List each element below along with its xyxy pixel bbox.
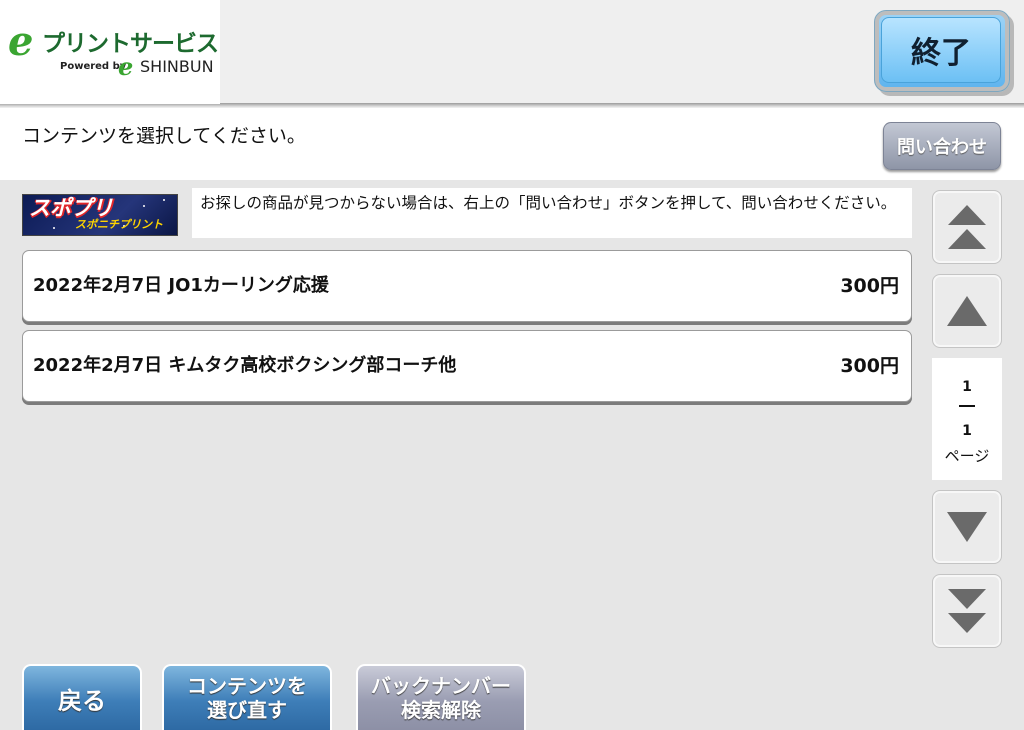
page-label: ページ <box>944 447 990 465</box>
current-page: 1 <box>962 379 972 395</box>
banner-star <box>53 227 55 229</box>
chevron-down-icon <box>947 512 987 542</box>
backnumber-button-label: バックナンバー 検索解除 <box>371 674 511 722</box>
logo-e-small-mark: e <box>118 52 134 81</box>
notice-box: お探しの商品が見つからない場合は、右上の「問い合わせ」ボタンを押して、問い合わせ… <box>192 188 912 238</box>
reselect-button-label: コンテンツを 選び直す <box>187 674 307 722</box>
eprint-logo: e プリントサービス Powered by e SHINBUN <box>0 0 220 104</box>
inquiry-button[interactable]: 問い合わせ <box>883 122 1001 170</box>
logo-powered-by: Powered by <box>60 61 127 72</box>
instruction-text: コンテンツを選択してください。 <box>22 125 306 147</box>
page-divider <box>959 405 975 407</box>
double-chevron-up-icon <box>948 205 986 249</box>
chevron-up-icon <box>947 296 987 326</box>
previous-page-button[interactable] <box>932 274 1002 348</box>
sponichi-print-banner: スポプリ スポニチプリント <box>22 194 178 236</box>
next-page-button[interactable] <box>932 490 1002 564</box>
back-button-label: 戻る <box>58 686 106 715</box>
content-item[interactable]: 2022年2月7日 JO1カーリング応援 300円 <box>22 250 912 322</box>
first-page-button[interactable] <box>932 190 1002 264</box>
double-chevron-down-icon <box>948 589 986 633</box>
back-button[interactable]: 戻る <box>22 664 142 730</box>
page-indicator: 1 1 ページ <box>932 358 1002 480</box>
banner-star <box>163 199 165 201</box>
content-item-price: 300円 <box>840 275 899 297</box>
last-page-button[interactable] <box>932 574 1002 648</box>
clear-backnumber-search-button[interactable]: バックナンバー 検索解除 <box>356 664 526 730</box>
banner-star <box>143 205 145 207</box>
notice-text: お探しの商品が見つからない場合は、右上の「問い合わせ」ボタンを押して、問い合わせ… <box>200 194 897 212</box>
reselect-contents-button[interactable]: コンテンツを 選び直す <box>162 664 332 730</box>
total-pages: 1 <box>962 423 972 439</box>
logo-brand: SHINBUN <box>140 57 214 76</box>
content-item-title: 2022年2月7日 キムタク高校ボクシング部コーチ他 <box>33 355 457 376</box>
end-button-label: 終了 <box>881 17 1001 83</box>
logo-e-mark: e <box>8 18 34 65</box>
content-item[interactable]: 2022年2月7日 キムタク高校ボクシング部コーチ他 300円 <box>22 330 912 402</box>
banner-sub-text: スポニチプリント <box>75 218 163 231</box>
banner-main-text: スポプリ <box>29 196 113 220</box>
content-item-title: 2022年2月7日 JO1カーリング応援 <box>33 275 329 296</box>
content-item-price: 300円 <box>840 355 899 377</box>
end-button[interactable]: 終了 <box>874 10 1010 92</box>
